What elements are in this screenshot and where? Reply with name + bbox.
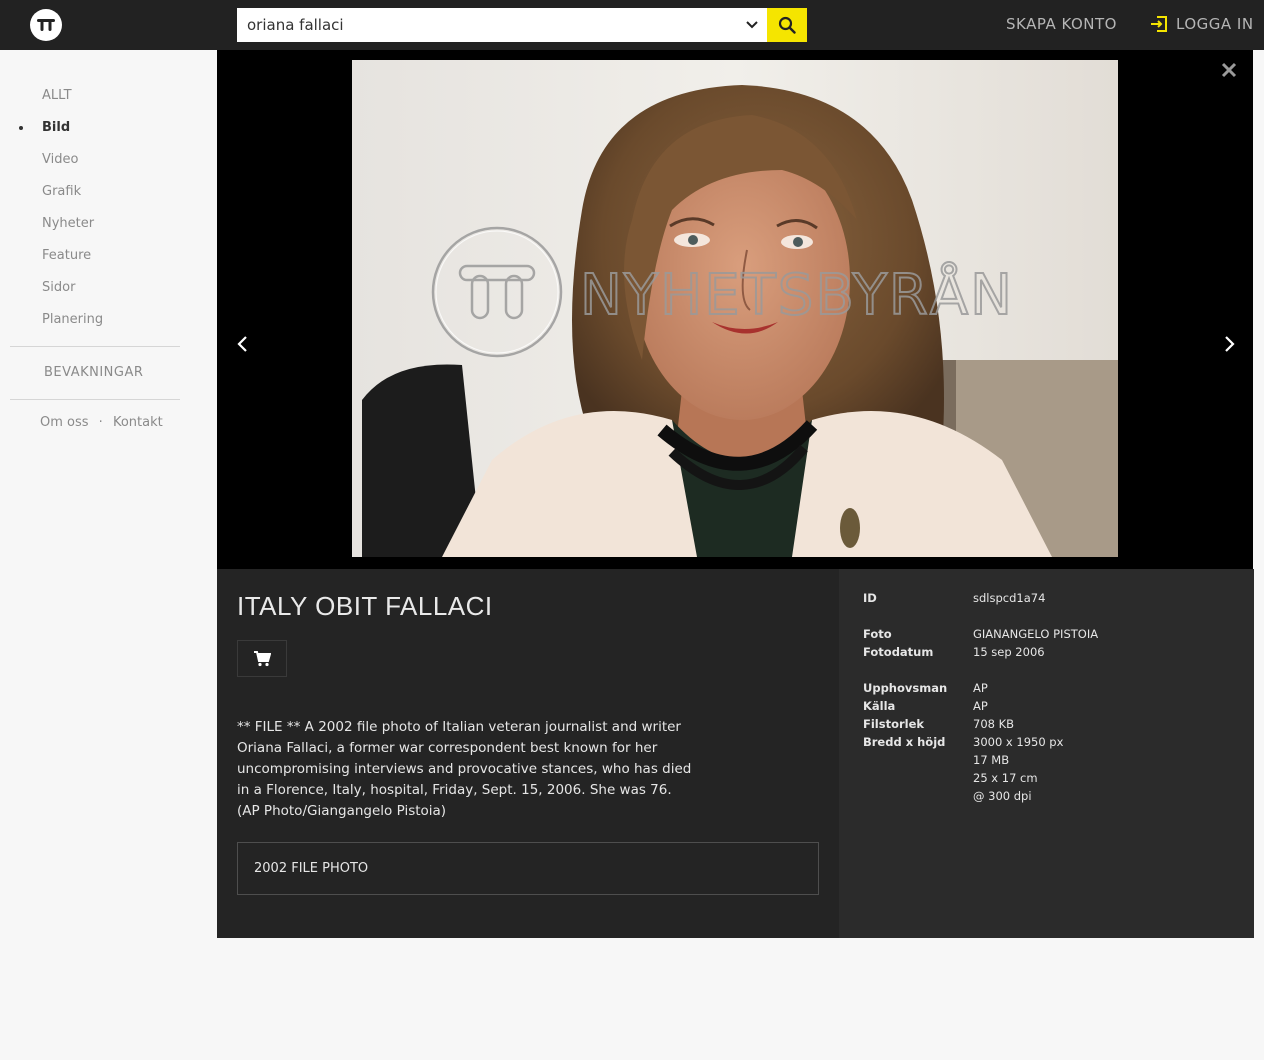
sidebar-item-nyheter[interactable]: Nyheter [42, 216, 94, 231]
top-bar: SKAPA KONTO LOGGA IN [0, 0, 1264, 50]
search-bar [237, 8, 807, 42]
contact-link[interactable]: Kontakt [113, 415, 163, 430]
meta-date-label: Fotodatum [863, 645, 934, 659]
meta-author-label: Upphovsman [863, 681, 948, 695]
meta-author-value: AP [973, 681, 988, 695]
search-input[interactable] [237, 8, 737, 42]
meta-date-value: 15 sep 2006 [973, 645, 1045, 659]
sidebar-item-feature[interactable]: Feature [42, 248, 91, 263]
chevron-right-icon[interactable] [1221, 334, 1237, 354]
cart-icon [254, 650, 271, 666]
login-icon [1151, 16, 1167, 32]
sidebar-item-grafik[interactable]: Grafik [42, 184, 81, 199]
tag-box[interactable]: 2002 FILE PHOTO [237, 842, 819, 895]
meta-foto-label: Foto [863, 627, 892, 641]
about-link[interactable]: Om oss [40, 415, 89, 430]
meta-mb-value: 17 MB [973, 753, 1010, 767]
tt-logo-icon [37, 19, 55, 31]
photo-description: ** FILE ** A 2002 file photo of Italian … [237, 719, 692, 819]
tt-logo[interactable] [30, 9, 62, 41]
detail-panel: ITALY OBIT FALLACI ** FILE ** A 2002 fil… [217, 569, 839, 938]
watermark-text: NYHETSBYRÅN [580, 262, 1014, 328]
chevron-down-icon[interactable] [737, 8, 767, 42]
separator-dot: · [98, 415, 103, 430]
meta-id-label: ID [863, 591, 877, 605]
portrait-photo: NYHETSBYRÅN [352, 60, 1118, 557]
search-button[interactable] [767, 8, 807, 42]
page-title: ITALY OBIT FALLACI [237, 591, 493, 621]
sidebar-item-bild[interactable]: Bild [42, 120, 70, 135]
chevron-left-icon[interactable] [235, 334, 251, 354]
meta-cm-value: 25 x 17 cm [973, 771, 1038, 785]
meta-dims-label: Bredd x höjd [863, 735, 946, 749]
meta-foto-value: GIANANGELO PISTOIA [973, 627, 1099, 641]
sidebar-divider [10, 346, 180, 347]
meta-size-value: 708 KB [973, 717, 1015, 731]
sidebar-item-planering[interactable]: Planering [42, 312, 103, 327]
watchlist-link[interactable]: BEVAKNINGAR [44, 365, 143, 380]
add-to-cart-button[interactable] [237, 640, 287, 677]
meta-id-value: sdlspcd1a74 [973, 591, 1046, 605]
sidebar-item-sidor[interactable]: Sidor [42, 280, 75, 295]
search-icon [778, 16, 796, 34]
login-link[interactable]: LOGGA IN [1150, 15, 1254, 33]
create-account-link[interactable]: SKAPA KONTO [1006, 15, 1117, 33]
sidebar: ALLT Bild Video Grafik Nyheter Feature S… [0, 50, 217, 1060]
sidebar-item-video[interactable]: Video [42, 152, 78, 167]
footer-links: Om oss · Kontakt [40, 415, 163, 430]
photo[interactable]: NYHETSBYRÅN [352, 60, 1118, 557]
sidebar-item-allt[interactable]: ALLT [42, 88, 72, 103]
meta-source-label: Källa [863, 699, 896, 713]
close-icon[interactable] [1217, 58, 1241, 82]
metadata-panel: ID sdlspcd1a74 Foto GIANANGELO PISTOIA F… [839, 569, 1254, 938]
login-label: LOGGA IN [1176, 15, 1254, 33]
meta-source-value: AP [973, 699, 988, 713]
sidebar-divider [10, 399, 180, 400]
image-viewer: NYHETSBYRÅN [217, 50, 1253, 569]
meta-dims-value: 3000 x 1950 px [973, 735, 1064, 749]
meta-dpi-value: @ 300 dpi [973, 789, 1032, 803]
meta-size-label: Filstorlek [863, 717, 925, 731]
active-indicator [19, 126, 23, 130]
